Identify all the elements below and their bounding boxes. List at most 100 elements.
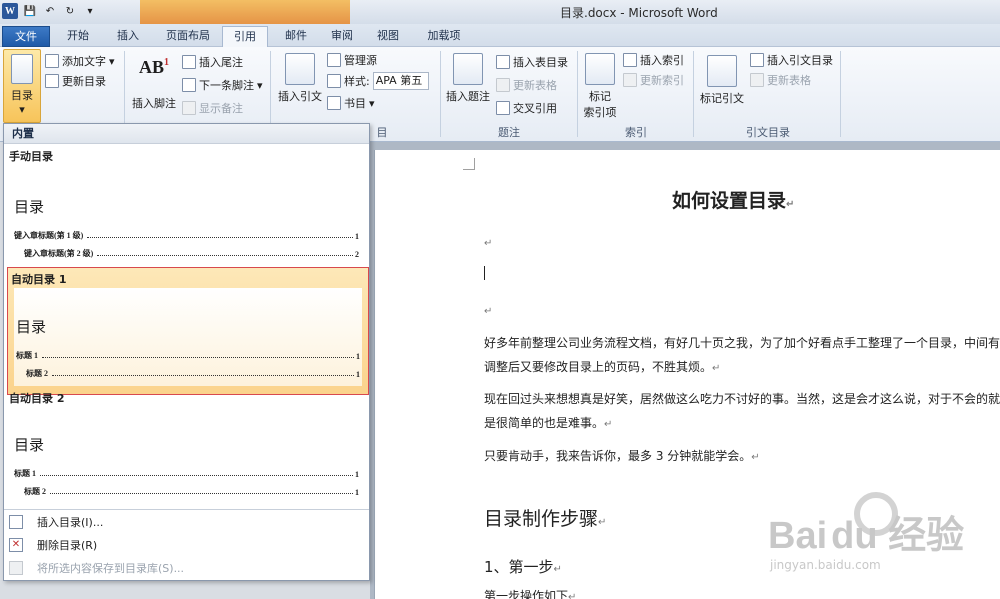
window-title: 目录.docx - Microsoft Word [560,6,718,20]
paragraph-mark: ↵ [604,419,613,430]
toc-leader [52,375,354,376]
body-paragraph: 现在回过头来想想真是好笑，居然做这么吃力不讨好的事。当然，这是会才这么说，对于不… [484,387,1000,437]
word-app-icon[interactable]: W [2,3,18,19]
next-footnote-label: 下一条脚注 [199,79,254,92]
update-table-figures-button[interactable]: 更新表格 [496,77,557,93]
empty-paragraph: ↵ [484,298,1000,324]
bibliography-label: 书目 [344,97,366,110]
tab-page-layout[interactable]: 页面布局 [156,26,220,47]
insert-endnote-button[interactable]: 插入尾注 [182,54,243,70]
remove-toc-menu-item[interactable]: ✕ 删除目录(R) [4,533,369,556]
body-paragraph: 只要肯动手，我来告诉你，最多 3 分钟就能学会。↵ [484,444,1000,470]
chevron-down-icon: ▾ [19,103,25,116]
style-value: APA 第五 [372,72,429,90]
update-toa-icon [750,73,764,87]
update-toc-button[interactable]: 更新目录 [45,73,106,89]
toc-button[interactable]: 目录 ▾ [3,49,41,123]
toc-preview: 目录 键入章标题(第 1 级) 1 键入章标题(第 2 级) 2 [14,196,359,259]
tab-home[interactable]: 开始 [58,26,98,47]
cross-reference-label: 交叉引用 [513,102,557,115]
undo-icon[interactable]: ↶ [42,3,58,19]
cross-reference-button[interactable]: 交叉引用 [496,100,557,116]
insert-toc-icon [9,514,23,529]
save-to-gallery-icon [9,560,23,575]
toc-line-page: 1 [355,470,359,479]
mark-citation-button[interactable]: 标记引文 [698,55,746,106]
gallery-item-auto-toc-1[interactable]: 自动目录 1 目录 标题 1 1 标题 2 1 [7,267,369,395]
toc-leader [42,357,354,358]
tab-mailings[interactable]: 邮件 [276,26,316,47]
show-notes-button[interactable]: 显示备注 [182,100,243,116]
toc-leader [40,475,353,476]
insert-footnote-button[interactable]: AB 1 插入脚注 [131,57,177,111]
insert-citation-button[interactable]: 插入引文 [276,53,324,104]
manage-sources-icon [327,53,341,67]
update-index-label: 更新索引 [640,74,684,87]
remove-toc-icon: ✕ [9,537,23,552]
title-bar: W 💾 ↶ ↻ ▾ 目录.docx - Microsoft Word [0,0,1000,24]
toc-line-page: 1 [356,352,360,361]
tab-insert[interactable]: 插入 [108,26,148,47]
toc-leader [97,255,353,256]
toc-leader [87,237,353,238]
tab-references[interactable]: 引用 [222,26,268,48]
insert-endnote-label: 插入尾注 [199,56,243,69]
tab-view[interactable]: 视图 [368,26,408,47]
paragraph-mark: ↵ [553,564,562,575]
toc-preview: 目录 标题 1 1 标题 2 1 [14,434,359,497]
tab-file[interactable]: 文件 [2,26,50,47]
toc-line-text: 标题 2 [26,369,48,378]
next-footnote-button[interactable]: 下一条脚注 ▾ [182,77,263,93]
citation-style-select[interactable]: 样式: APA 第五 [327,72,429,90]
save-selection-to-toc-gallery-menu-item[interactable]: 将所选内容保存到目录库(S)... [4,556,369,579]
insert-footnote-label: 插入脚注 [132,97,176,110]
partial-paragraph-text: 第一步操作如下 [484,589,569,599]
mark-citation-label: 标记引文 [700,92,744,105]
title-glow [140,0,350,24]
insert-caption-button[interactable]: 插入题注 [444,53,492,104]
insert-toc-menu-label: 插入目录(I)... [37,515,104,529]
table-of-figures-icon [496,55,510,69]
save-icon[interactable]: 💾 [22,3,38,19]
update-index-icon [623,73,637,87]
customize-qat-icon[interactable]: ▾ [82,3,98,19]
bibliography-button[interactable]: 书目 ▾ [327,95,375,111]
tab-review[interactable]: 审阅 [322,26,362,47]
style-label: 样式: [344,75,370,88]
footnote-icon-glyph: AB [138,57,164,77]
update-index-button[interactable]: 更新索引 [623,72,684,88]
toc-preview-line: 标题 2 1 [14,479,359,497]
group-separator [693,51,694,137]
update-toa-button[interactable]: 更新表格 [750,72,811,88]
insert-table-of-figures-button[interactable]: 插入表目录 [496,54,568,70]
cross-reference-icon [496,101,510,115]
body-paragraph-text: 好多年前整理公司业务流程文档，有好几十页之我，为了加个好看点手工整理了一个目录，… [484,336,1000,374]
save-selection-menu-label: 将所选内容保存到目录库(S)... [37,561,185,575]
mark-entry-button[interactable]: 标记 索引项 [582,53,618,120]
toc-button-label: 目录 [11,89,33,102]
tab-addins[interactable]: 加载项 [418,26,470,47]
insert-toa-button[interactable]: 插入引文目录 [750,52,833,68]
insert-toc-menu-item[interactable]: 插入目录(I)... [4,510,369,533]
redo-icon[interactable]: ↻ [62,3,78,19]
chevron-down-icon: ▾ [109,54,115,68]
quick-access-toolbar: W 💾 ↶ ↻ ▾ [2,3,98,19]
group-separator [577,51,578,137]
insert-citation-icon [285,53,315,85]
insert-citation-label: 插入引文 [278,90,322,103]
toc-preview-heading: 目录 [14,200,45,216]
toc-line-page: 2 [355,250,359,259]
gallery-item-manual-toc[interactable]: 手动目录 目录 键入章标题(第 1 级) 1 键入章标题(第 2 级) 2 [4,148,369,266]
insert-index-button[interactable]: 插入索引 [623,52,684,68]
add-text-icon [45,54,59,68]
mark-citation-icon [707,55,737,87]
manage-sources-button[interactable]: 管理源 [327,52,377,68]
insert-toa-icon [750,53,764,67]
bibliography-icon [327,96,341,110]
gallery-item-auto-toc-2[interactable]: 自动目录 2 目录 标题 1 1 标题 2 1 [4,390,369,506]
heading-2: 目录制作步骤↵ [484,504,606,531]
paragraph-mark: ↵ [751,452,760,463]
toc-line-text: 标题 1 [16,351,38,360]
add-text-button[interactable]: 添加文字 ▾ [45,53,115,69]
update-table-figures-label: 更新表格 [513,79,557,92]
